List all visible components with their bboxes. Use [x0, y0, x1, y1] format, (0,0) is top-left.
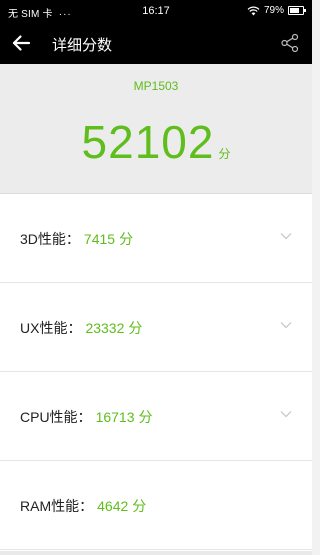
row-label: 3D性能：: [20, 231, 80, 247]
row-3d-performance[interactable]: 3D性能： 7415 分: [0, 194, 312, 283]
row-label: UX性能：: [20, 320, 82, 336]
score-summary: MP1503 52102 分: [0, 64, 312, 194]
row-cpu-performance[interactable]: CPU性能： 16713 分: [0, 372, 312, 461]
status-bar: 无 SIM 卡 ··· 16:17 79%: [0, 0, 312, 22]
chevron-down-icon[interactable]: [280, 232, 292, 240]
chevron-down-icon[interactable]: [280, 321, 292, 329]
row-text: 3D性能： 7415 分: [20, 231, 133, 247]
row-ram-performance[interactable]: RAM性能： 4642 分: [0, 461, 312, 550]
row-score: 7415: [83, 231, 116, 247]
row-unit: 分: [119, 231, 134, 247]
row-score: 4642: [97, 498, 129, 514]
row-text: CPU性能： 16713 分: [20, 409, 153, 425]
row-unit: 分: [128, 320, 143, 336]
row-label: CPU性能：: [20, 409, 92, 425]
arrow-left-icon[interactable]: [10, 32, 32, 54]
bottom-divider: [0, 551, 312, 555]
app-bar: 详细分数: [0, 22, 312, 64]
battery-level-fill: [290, 8, 300, 13]
row-score: 16713: [95, 409, 135, 425]
battery-percent: 79%: [263, 5, 284, 16]
screen: 无 SIM 卡 ··· 16:17 79% 详细分数 MP1503 52102 …: [0, 0, 312, 555]
status-indicators: 79%: [247, 5, 306, 16]
row-ux-performance[interactable]: UX性能： 23332 分: [0, 283, 312, 372]
row-text: RAM性能： 4642 分: [20, 498, 146, 514]
battery-icon: [288, 6, 306, 15]
row-label: RAM性能：: [20, 498, 94, 514]
total-score-row: 52102 分: [0, 119, 312, 165]
total-score: 52102: [81, 116, 215, 168]
device-name: MP1503: [133, 79, 179, 93]
page-title: 详细分数: [52, 37, 113, 54]
chevron-down-icon[interactable]: [280, 410, 292, 418]
total-score-unit: 分: [218, 147, 231, 161]
row-score: 23332: [85, 320, 125, 336]
share-icon[interactable]: [280, 33, 300, 53]
row-text: UX性能： 23332 分: [20, 320, 142, 336]
row-unit: 分: [132, 498, 147, 514]
row-unit: 分: [138, 409, 153, 425]
wifi-icon: [247, 6, 260, 15]
